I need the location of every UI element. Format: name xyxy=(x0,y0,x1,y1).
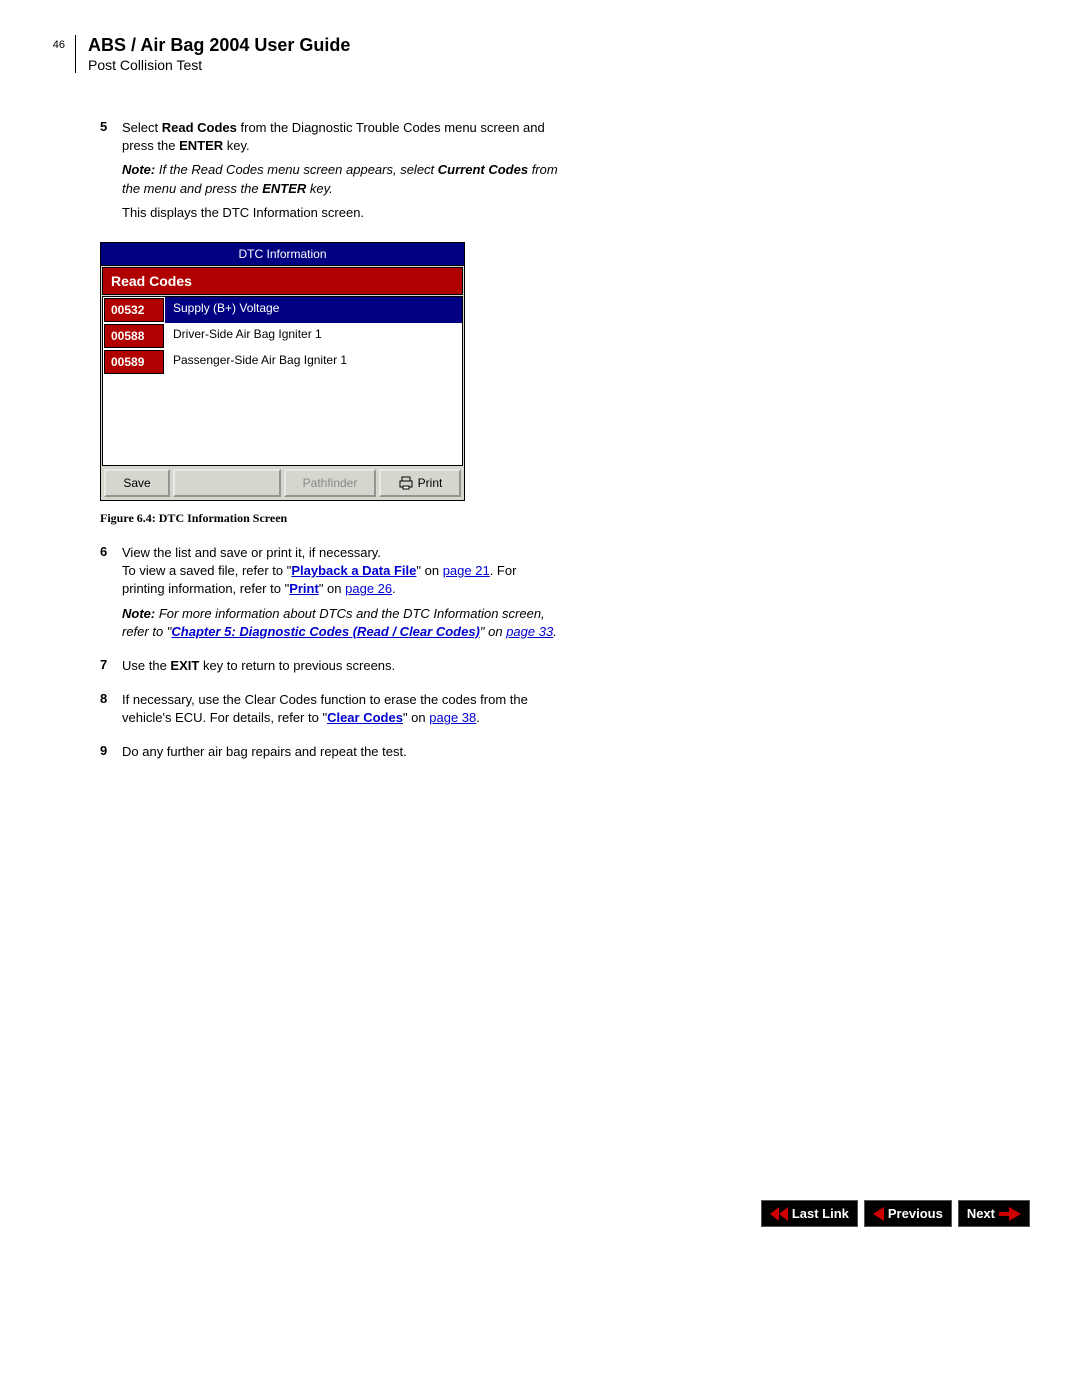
screen-title: DTC Information xyxy=(101,243,464,266)
chapter5-link[interactable]: Chapter 5: Diagnostic Codes (Read / Clea… xyxy=(171,624,479,639)
step-number: 9 xyxy=(100,743,122,767)
next-button[interactable]: Next xyxy=(958,1200,1030,1227)
nav-label: Previous xyxy=(888,1206,943,1221)
print-link[interactable]: Print xyxy=(289,581,319,596)
page-title: ABS / Air Bag 2004 User Guide xyxy=(88,35,1030,56)
page26-link[interactable]: page 26 xyxy=(345,581,392,596)
chevron-double-left-icon xyxy=(770,1207,788,1221)
text: Select xyxy=(122,120,162,135)
text-bold: EXIT xyxy=(170,658,199,673)
step-number: 6 xyxy=(100,544,122,647)
note-label: Note: xyxy=(122,162,159,177)
dtc-desc: Supply (B+) Voltage xyxy=(165,297,462,323)
text: Do any further air bag repairs and repea… xyxy=(122,743,560,761)
text: " on xyxy=(416,563,442,578)
page21-link[interactable]: page 21 xyxy=(443,563,490,578)
text: key. xyxy=(223,138,250,153)
page33-link[interactable]: page 33 xyxy=(506,624,553,639)
text: " on xyxy=(319,581,345,596)
dtc-desc: Passenger-Side Air Bag Igniter 1 xyxy=(165,349,462,375)
text: " on xyxy=(480,624,506,639)
table-row[interactable]: 00588 Driver-Side Air Bag Igniter 1 xyxy=(103,323,462,349)
previous-button[interactable]: Previous xyxy=(864,1200,952,1227)
step-number: 7 xyxy=(100,657,122,681)
text: This displays the DTC Information screen… xyxy=(122,204,560,222)
text-bold: ENTER xyxy=(179,138,223,153)
step-8: 8 If necessary, use the Clear Codes func… xyxy=(100,691,560,733)
header-divider xyxy=(75,35,76,73)
text-bold: ENTER xyxy=(262,181,306,196)
save-button[interactable]: Save xyxy=(104,469,170,497)
step-9: 9 Do any further air bag repairs and rep… xyxy=(100,743,560,767)
dtc-code: 00532 xyxy=(104,298,164,322)
note-label: Note: xyxy=(122,606,159,621)
text: To view a saved file, refer to " xyxy=(122,563,291,578)
step-number: 8 xyxy=(100,691,122,733)
page38-link[interactable]: page 38 xyxy=(429,710,476,725)
text: . xyxy=(392,581,396,596)
text: Use the xyxy=(122,658,170,673)
text: key. xyxy=(306,181,333,196)
page-subtitle: Post Collision Test xyxy=(88,57,1030,73)
step-6: 6 View the list and save or print it, if… xyxy=(100,544,560,647)
clear-codes-link[interactable]: Clear Codes xyxy=(327,710,403,725)
step-number: 5 xyxy=(100,119,122,228)
step-7: 7 Use the EXIT key to return to previous… xyxy=(100,657,560,681)
text: View the list and save or print it, if n… xyxy=(122,544,560,562)
pathfinder-button[interactable]: Pathfinder xyxy=(284,469,376,497)
figure-caption: Figure 6.4: DTC Information Screen xyxy=(100,511,560,526)
screen-subtitle: Read Codes xyxy=(102,267,463,295)
nav-label: Next xyxy=(967,1206,995,1221)
dtc-screen: DTC Information Read Codes 00532 Supply … xyxy=(100,242,465,501)
nav-label: Last Link xyxy=(792,1206,849,1221)
table-row[interactable]: 00589 Passenger-Side Air Bag Igniter 1 xyxy=(103,349,462,375)
step-5: 5 Select Read Codes from the Diagnostic … xyxy=(100,119,560,228)
text: . xyxy=(476,710,480,725)
text-bold: Read Codes xyxy=(162,120,237,135)
table-row[interactable]: 00532 Supply (B+) Voltage xyxy=(103,297,462,323)
print-icon xyxy=(398,476,414,490)
dtc-code: 00589 xyxy=(104,350,164,374)
print-label: Print xyxy=(418,476,443,490)
text: If the Read Codes menu screen appears, s… xyxy=(159,162,438,177)
dtc-desc: Driver-Side Air Bag Igniter 1 xyxy=(165,323,462,349)
page-number: 46 xyxy=(40,35,65,51)
chevron-left-icon xyxy=(873,1207,884,1221)
playback-link[interactable]: Playback a Data File xyxy=(291,563,416,578)
chevron-right-icon xyxy=(999,1207,1021,1221)
dtc-code: 00588 xyxy=(104,324,164,348)
text: " on xyxy=(403,710,429,725)
text: . xyxy=(553,624,557,639)
text: key to return to previous screens. xyxy=(199,658,395,673)
dtc-rows: 00532 Supply (B+) Voltage 00588 Driver-S… xyxy=(102,296,463,466)
blank-button[interactable] xyxy=(173,469,281,497)
text-bold: Current Codes xyxy=(438,162,528,177)
print-button[interactable]: Print xyxy=(379,469,461,497)
last-link-button[interactable]: Last Link xyxy=(761,1200,858,1227)
